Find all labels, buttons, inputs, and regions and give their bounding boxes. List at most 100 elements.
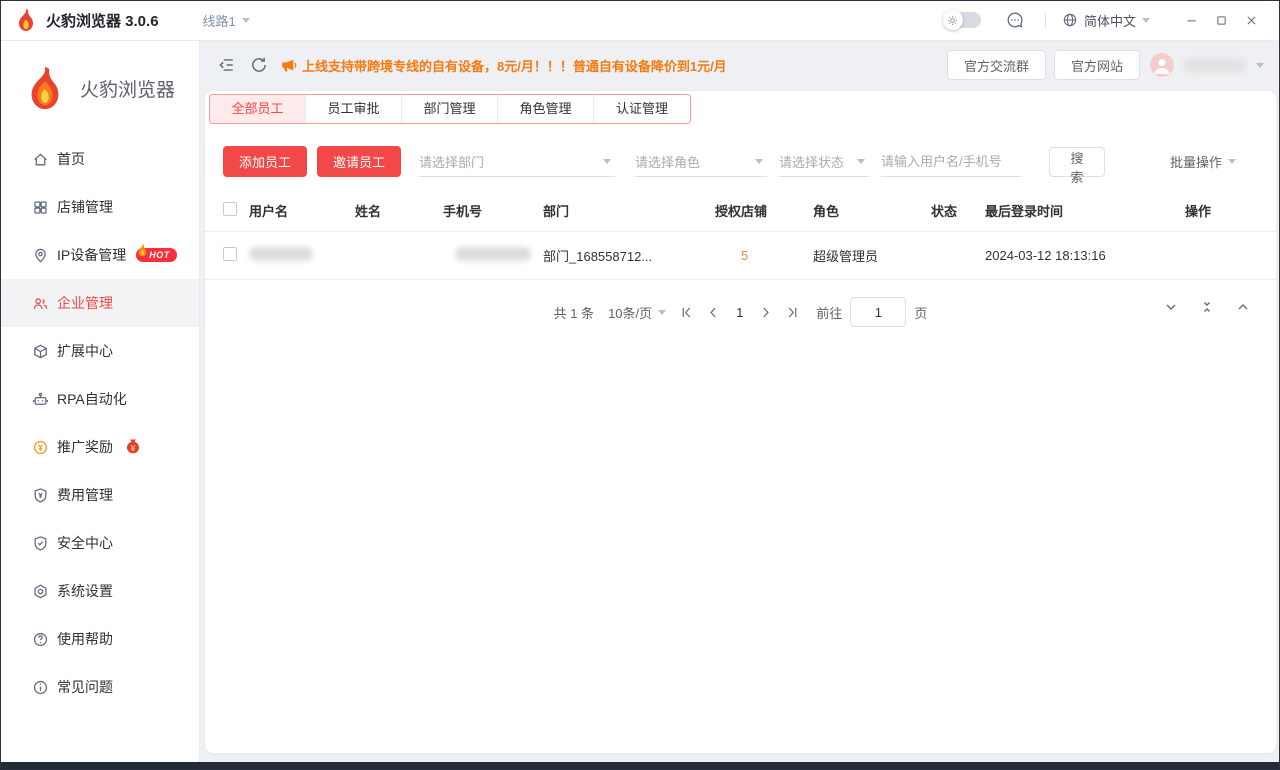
sidebar-item-label: 费用管理: [57, 485, 113, 505]
sidebar-item-rpa-automation[interactable]: RPA自动化: [0, 375, 199, 423]
close-icon: [1245, 14, 1258, 27]
page-size-label: 10条/页: [608, 303, 652, 322]
money-bag-icon: ¥: [123, 437, 143, 457]
goto-page-input[interactable]: [850, 297, 906, 327]
chevron-up-icon[interactable]: [1236, 300, 1250, 314]
bulk-actions-label: 批量操作: [1170, 152, 1222, 171]
sidebar-item-enterprise[interactable]: 企业管理: [0, 279, 199, 327]
tab-employee-approval[interactable]: 员工审批: [306, 95, 402, 123]
role-select[interactable]: 请选择角色: [635, 147, 767, 177]
chevron-down-icon: [1142, 18, 1150, 23]
sidebar-item-ip-device[interactable]: IP设备管理 HOT: [0, 231, 199, 279]
next-page-icon[interactable]: [759, 306, 772, 319]
avatar[interactable]: [1150, 53, 1174, 77]
sidebar-item-help[interactable]: 使用帮助: [0, 615, 199, 663]
goto-label: 前往: [816, 303, 842, 322]
sidebar-item-label: 常见问题: [57, 677, 113, 697]
reward-coin-icon: [32, 439, 49, 456]
chevron-down-icon[interactable]: [1164, 300, 1178, 314]
sidebar-item-label: 系统设置: [57, 581, 113, 601]
tab-department-management[interactable]: 部门管理: [402, 95, 498, 123]
tab-all-employees[interactable]: 全部员工: [210, 95, 306, 123]
employee-table: 用户名 姓名 手机号 部门 授权店铺 角色 状态 最后登录时间 操作 部门_16…: [205, 190, 1276, 280]
col-header-role: 角色: [813, 201, 931, 220]
last-page-icon[interactable]: [786, 306, 799, 319]
department-select[interactable]: 请选择部门: [419, 147, 615, 177]
line-selector[interactable]: 线路1: [203, 11, 250, 30]
chevron-down-icon: [242, 18, 250, 23]
hot-badge: HOT: [136, 248, 177, 262]
hot-flame-icon: [136, 243, 149, 258]
refresh-icon[interactable]: [250, 56, 268, 74]
table-header: 用户名 姓名 手机号 部门 授权店铺 角色 状态 最后登录时间 操作: [205, 190, 1276, 232]
minimize-button[interactable]: [1176, 6, 1206, 34]
cell-role: 超级管理员: [813, 246, 931, 265]
sidebar-item-security-center[interactable]: 安全中心: [0, 519, 199, 567]
support-chat-icon[interactable]: [1005, 10, 1025, 30]
official-group-button[interactable]: 官方交流群: [947, 50, 1046, 80]
select-all-checkbox[interactable]: [223, 202, 237, 216]
chevron-down-icon: [755, 159, 763, 164]
official-website-button[interactable]: 官方网站: [1054, 50, 1140, 80]
filter-row: 添加员工 邀请员工 请选择部门 请选择角色 请选择状态 搜索 批量操作: [223, 146, 1258, 177]
announcement-banner: 上线支持带跨境专线的自有设备，8元/月！！！普通自有设备降价到1元/月: [280, 56, 727, 75]
content-card: 全部员工 员工审批 部门管理 角色管理 认证管理 添加员工 邀请员工 请选择部门…: [205, 91, 1276, 753]
first-page-icon[interactable]: [680, 306, 693, 319]
page-number[interactable]: 1: [736, 305, 743, 320]
tab-role-management[interactable]: 角色管理: [498, 95, 594, 123]
sidebar-item-extension-center[interactable]: 扩展中心: [0, 327, 199, 375]
prev-page-icon[interactable]: [707, 306, 720, 319]
close-button[interactable]: [1236, 6, 1266, 34]
info-circle-icon: [32, 679, 49, 696]
search-button[interactable]: 搜索: [1049, 147, 1105, 177]
sidebar-item-faq[interactable]: 常见问题: [0, 663, 199, 711]
col-header-last-login: 最后登录时间: [985, 201, 1185, 220]
main-area: 上线支持带跨境专线的自有设备，8元/月！！！普通自有设备降价到1元/月 官方交流…: [201, 41, 1280, 762]
sidebar-item-shop-management[interactable]: 店铺管理: [0, 183, 199, 231]
status-select[interactable]: 请选择状态: [779, 147, 869, 177]
cell-shops-count[interactable]: 5: [715, 248, 813, 263]
collapse-sidebar-icon[interactable]: [217, 56, 235, 74]
sidebar-item-label: 使用帮助: [57, 629, 113, 649]
row-checkbox[interactable]: [223, 247, 237, 261]
username-redacted: [249, 247, 313, 261]
shop-grid-icon: [32, 199, 49, 216]
minimize-icon: [1185, 14, 1198, 27]
bulk-actions-dropdown[interactable]: 批量操作: [1170, 152, 1236, 171]
tab-bar: 全部员工 员工审批 部门管理 角色管理 认证管理: [209, 94, 691, 124]
sidebar-item-billing[interactable]: 费用管理: [0, 471, 199, 519]
theme-toggle-knob: [943, 10, 963, 30]
language-selector[interactable]: 简体中文: [1062, 11, 1150, 30]
collapse-vertical-icon[interactable]: [1200, 300, 1214, 314]
add-employee-button[interactable]: 添加员工: [223, 146, 307, 177]
sidebar-item-promotion-reward[interactable]: 推广奖励 ¥: [0, 423, 199, 471]
status-select-placeholder: 请选择状态: [779, 152, 844, 171]
department-select-placeholder: 请选择部门: [419, 152, 484, 171]
cube-icon: [32, 343, 49, 360]
invite-employee-button[interactable]: 邀请员工: [317, 146, 401, 177]
sidebar-item-label: RPA自动化: [57, 389, 127, 409]
col-header-name: 姓名: [355, 201, 443, 220]
maximize-button[interactable]: [1206, 6, 1236, 34]
sidebar-item-label: 扩展中心: [57, 341, 113, 361]
brand-name: 火豹浏览器: [80, 75, 175, 102]
col-header-username: 用户名: [249, 201, 355, 220]
sidebar-item-home[interactable]: 首页: [0, 135, 199, 183]
sidebar-item-label: 首页: [57, 149, 85, 169]
robot-icon: [32, 391, 49, 408]
chevron-down-icon[interactable]: [1256, 63, 1264, 68]
theme-toggle[interactable]: [945, 12, 981, 28]
page-size-select[interactable]: 10条/页: [608, 303, 666, 322]
app-title: 火豹浏览器 3.0.6: [46, 10, 159, 31]
maximize-icon: [1215, 14, 1228, 27]
tab-auth-management[interactable]: 认证管理: [594, 95, 690, 123]
col-header-shops: 授权店铺: [715, 201, 813, 220]
cell-last-login: 2024-03-12 18:13:16: [985, 248, 1185, 263]
username-redacted: [1182, 58, 1246, 73]
search-input[interactable]: [881, 147, 1021, 177]
location-pin-icon: [32, 247, 49, 264]
app-logo-flame-icon: [14, 8, 38, 32]
sidebar-item-system-settings[interactable]: 系统设置: [0, 567, 199, 615]
page-unit-label: 页: [914, 303, 927, 322]
svg-text:¥: ¥: [131, 443, 136, 453]
